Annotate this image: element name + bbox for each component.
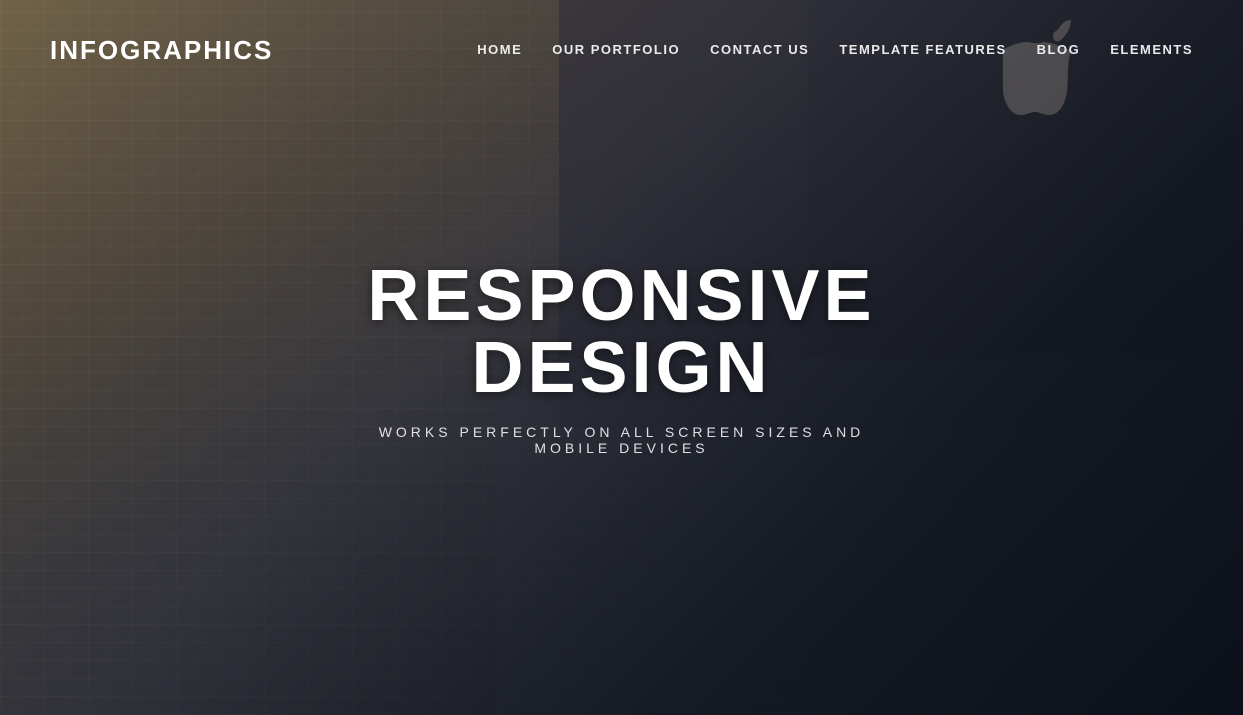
nav-item-contact: CONTACT US — [710, 41, 809, 59]
nav-link-elements[interactable]: ELEMENTS — [1110, 42, 1193, 57]
nav-item-home: HOME — [477, 41, 522, 59]
nav-menu: HOME OUR PORTFOLIO CONTACT US TEMPLATE FEAT… — [477, 41, 1193, 59]
nav-link-contact[interactable]: CONTACT US — [710, 42, 809, 57]
nav-link-home[interactable]: HOME — [477, 42, 522, 57]
hero-section: INFOGRAPHICS HOME OUR PORTFOLIO CONTACT US… — [0, 0, 1243, 715]
nav-item-portfolio: OUR PORTFOLIO — [552, 41, 680, 59]
brand-logo[interactable]: INFOGRAPHICS — [50, 35, 273, 66]
hero-content: RESPONSIVE DESIGN WORKS PERFECTLY ON ALL… — [287, 220, 955, 496]
nav-item-elements: ELEMENTS — [1110, 41, 1193, 59]
hero-subtitle: WORKS PERFECTLY ON ALL SCREEN SIZES AND … — [367, 424, 875, 456]
nav-link-blog[interactable]: BLOG — [1037, 42, 1081, 57]
nav-item-blog: BLOG — [1037, 41, 1081, 59]
navbar: INFOGRAPHICS HOME OUR PORTFOLIO CONTACT US… — [0, 0, 1243, 100]
nav-link-features[interactable]: TEMPLATE FEATURES — [839, 42, 1006, 57]
hero-title: RESPONSIVE DESIGN — [367, 260, 875, 404]
nav-item-features: TEMPLATE FEATURES — [839, 41, 1006, 59]
nav-link-portfolio[interactable]: OUR PORTFOLIO — [552, 42, 680, 57]
